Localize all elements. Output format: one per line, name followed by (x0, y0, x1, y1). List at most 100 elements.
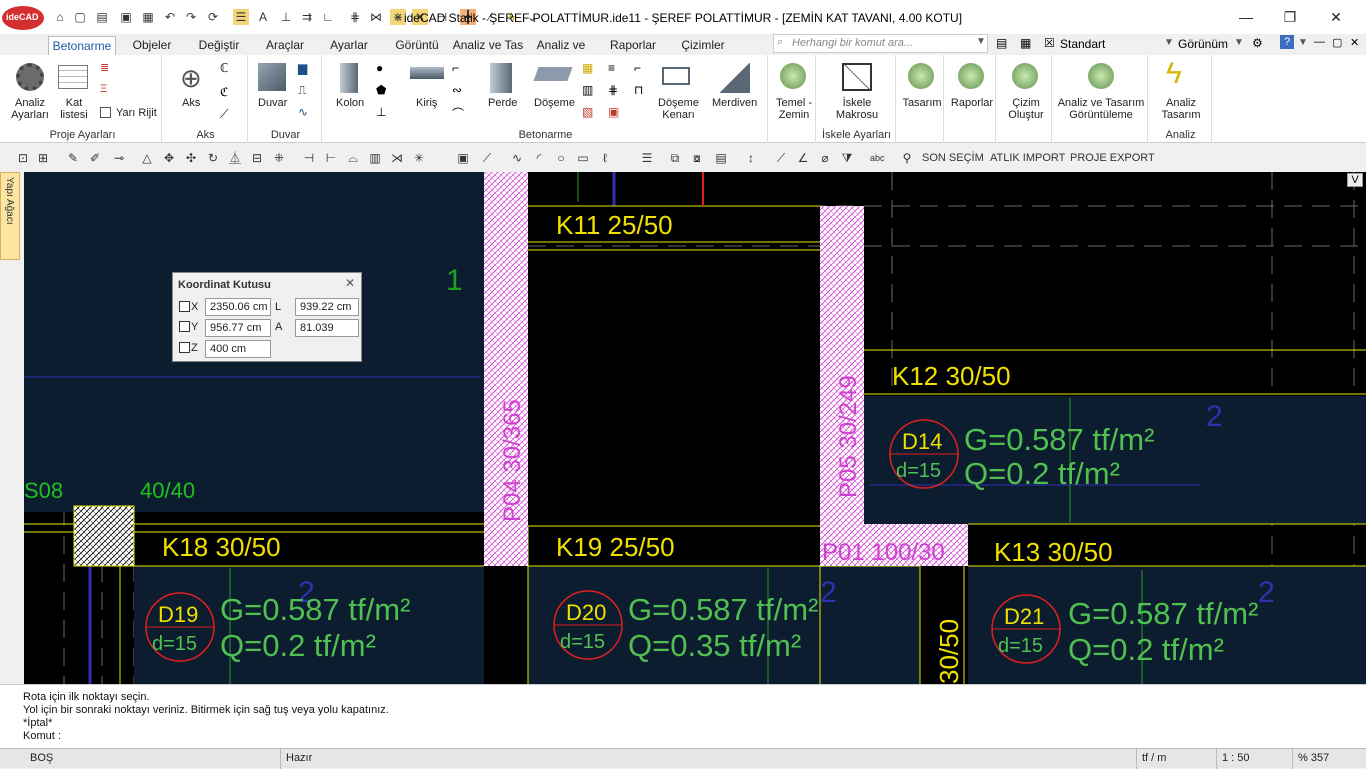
tab-analiz-tas-2[interactable]: Analiz ve Tas (526, 36, 596, 71)
brush-icon[interactable]: ✐ (88, 151, 102, 165)
stretch-icon[interactable]: ⊟ (250, 151, 264, 165)
son-secim-button[interactable]: SON SEÇİM (922, 152, 984, 164)
canvas-corner-button[interactable]: V (1347, 173, 1363, 187)
maximize-button[interactable]: ❐ (1280, 8, 1300, 26)
status-scale[interactable]: 1 : 50 (1222, 752, 1250, 764)
axis-arc-icon[interactable]: ℭ (220, 85, 228, 99)
tab-araclar[interactable]: Araçlar (254, 36, 316, 55)
temel-zemin-button[interactable]: Temel - Zemin (772, 97, 816, 121)
mirror-icon[interactable]: ⏅ (228, 151, 242, 165)
break-icon[interactable]: ⋊ (390, 151, 404, 165)
filter-icon[interactable]: ⧩ (840, 151, 854, 165)
status-zoom[interactable]: % 357 (1298, 752, 1329, 764)
command-prompt[interactable]: Komut : (23, 730, 61, 742)
slab-mark-icon[interactable]: ▧ (582, 105, 593, 119)
iskele-makrosu-button[interactable]: İskele Makrosu (828, 97, 886, 121)
x-field[interactable]: 2350.06 cm (205, 298, 271, 316)
red-axis-icon[interactable]: Ξ (100, 83, 107, 95)
doseme-button[interactable]: Döşeme (534, 97, 575, 109)
close-button[interactable]: ✕ (1326, 8, 1346, 26)
tab-degistir[interactable]: Değiştir (186, 36, 252, 55)
move-icon[interactable]: ✥ (162, 151, 176, 165)
chart-icon[interactable]: ▥ (368, 151, 382, 165)
beam-arc-icon[interactable]: ⌒ (452, 105, 464, 122)
tab-betonarme[interactable]: Betonarme (48, 36, 116, 55)
help-icon[interactable]: ? (1280, 35, 1294, 49)
raporlar-button[interactable]: Raporlar (948, 97, 996, 109)
triangle-icon[interactable]: △ (140, 151, 154, 165)
aks-button[interactable]: Aks (182, 97, 200, 109)
view-menu[interactable]: Görünüm (1178, 37, 1228, 51)
tasarim-button[interactable]: Tasarım (900, 97, 944, 109)
dim-radius-icon[interactable]: ⌀ (818, 151, 832, 165)
copy-props-icon[interactable]: ⧉ (668, 151, 682, 165)
x-checkbox[interactable] (179, 301, 190, 312)
text-style-icon[interactable]: ℓ (598, 151, 612, 165)
column-s08[interactable] (73, 505, 135, 567)
slab-grid-icon[interactable]: ▥ (582, 83, 593, 97)
explode-icon[interactable]: ✳ (412, 151, 426, 165)
cizim-olustur-button[interactable]: Çizim Oluştur (1000, 97, 1052, 121)
search-dropdown-icon[interactable]: ▼ (976, 36, 986, 47)
slab-yellow-icon[interactable]: ▦ (582, 61, 593, 75)
abc-icon[interactable]: abc (870, 151, 885, 165)
view-menu-dropdown-icon[interactable]: ▼ (1234, 37, 1244, 48)
command-search-input[interactable]: Herhangi bir komut ara... (773, 34, 988, 53)
yari-rijit-checkbox[interactable] (100, 107, 111, 118)
rotate-icon[interactable]: ↻ (206, 151, 220, 165)
tab-cizimler[interactable]: Çizimler (670, 36, 736, 55)
y-checkbox[interactable] (179, 321, 190, 332)
wall-curve-icon[interactable]: ∿ (298, 105, 308, 119)
layer-stack-icon[interactable]: ▦ (1020, 36, 1031, 50)
copy-move-icon[interactable]: ✣ (184, 151, 198, 165)
drawing-canvas[interactable]: K11 25/50 K12 30/50 K13 30/50 K18 30/50 … (24, 172, 1366, 684)
slab-hatch-icon[interactable]: ≡ (608, 61, 615, 75)
block-icon[interactable]: ▤ (714, 151, 728, 165)
layer-tool-icon[interactable]: ▤ (996, 36, 1007, 50)
slab-edge-icon[interactable]: ⌐ (634, 61, 641, 75)
tab-objeler[interactable]: Objeler (120, 36, 184, 55)
tab-goruntu[interactable]: Görüntü (382, 36, 452, 55)
slab-cross-icon[interactable]: ⋕ (608, 83, 618, 97)
frame-icon[interactable]: ▣ (456, 151, 470, 165)
column-poly-icon[interactable]: ⬟ (376, 83, 386, 97)
yapi-agaci-panel[interactable]: Yapı Ağacı (0, 172, 20, 260)
extend-icon[interactable]: ⊢ (324, 151, 338, 165)
perde-button[interactable]: Perde (488, 97, 517, 109)
list-icon[interactable]: ☰ (640, 151, 654, 165)
y-field[interactable]: 956.77 cm (205, 319, 271, 337)
dim-linear-icon[interactable]: ↕ (744, 151, 758, 165)
dim-align-icon[interactable]: ⟋ (774, 151, 788, 165)
ribbon-close-icon[interactable]: ✕ (1350, 36, 1359, 49)
duvar-button[interactable]: Duvar (258, 97, 287, 109)
fillet-icon[interactable]: ⌓ (346, 151, 360, 165)
trim-icon[interactable]: ⊣ (302, 151, 316, 165)
tab-raporlar[interactable]: Raporlar (598, 36, 668, 55)
red-list-icon[interactable]: ≣ (100, 61, 109, 74)
zoom-window-icon[interactable]: ⊡ (16, 151, 30, 165)
style-dropdown-icon[interactable]: ▼ (1164, 37, 1174, 48)
kolon-button[interactable]: Kolon (336, 97, 364, 109)
wall-path-icon[interactable]: ⎍ (298, 83, 306, 98)
a-field[interactable]: 81.039 (295, 319, 359, 337)
analiz-tasarim-button[interactable]: Analiz Tasarım (1154, 97, 1208, 121)
ribbon-minimize-icon[interactable]: — (1314, 36, 1325, 48)
beam-curve-icon[interactable]: ⌐ (452, 61, 459, 75)
circle-icon[interactable]: ○ (554, 151, 568, 165)
z-checkbox[interactable] (179, 342, 190, 353)
polyline-icon[interactable]: ∿ (510, 151, 524, 165)
array-icon[interactable]: ⁜ (272, 151, 286, 165)
eyedropper-icon[interactable]: ⟋ (480, 151, 494, 165)
axis-curve-icon[interactable]: ℂ (220, 61, 228, 75)
beam-wave-icon[interactable]: ∾ (452, 83, 462, 97)
analiz-goruntuleme-button[interactable]: Analiz ve Tasarım Görüntüleme (1054, 97, 1148, 121)
plan-drawing[interactable]: K11 25/50 K12 30/50 K13 30/50 K18 30/50 … (24, 172, 1366, 684)
binoculars-icon[interactable]: ⚲ (900, 151, 914, 165)
slab-marker-d19[interactable]: D19 d=15 G=0.587 tf/m² Q=0.2 tf/m² (145, 592, 410, 663)
wall-tool-icon[interactable]: ▆ (298, 61, 307, 75)
tab-ayarlar[interactable]: Ayarlar (318, 36, 380, 55)
slab-box-icon[interactable]: ▣ (608, 105, 619, 119)
doseme-kenari-button[interactable]: Döşeme Kenarı (658, 97, 699, 121)
proje-export-button[interactable]: PROJE EXPORT (1070, 152, 1155, 164)
l-field[interactable]: 939.22 cm (295, 298, 359, 316)
